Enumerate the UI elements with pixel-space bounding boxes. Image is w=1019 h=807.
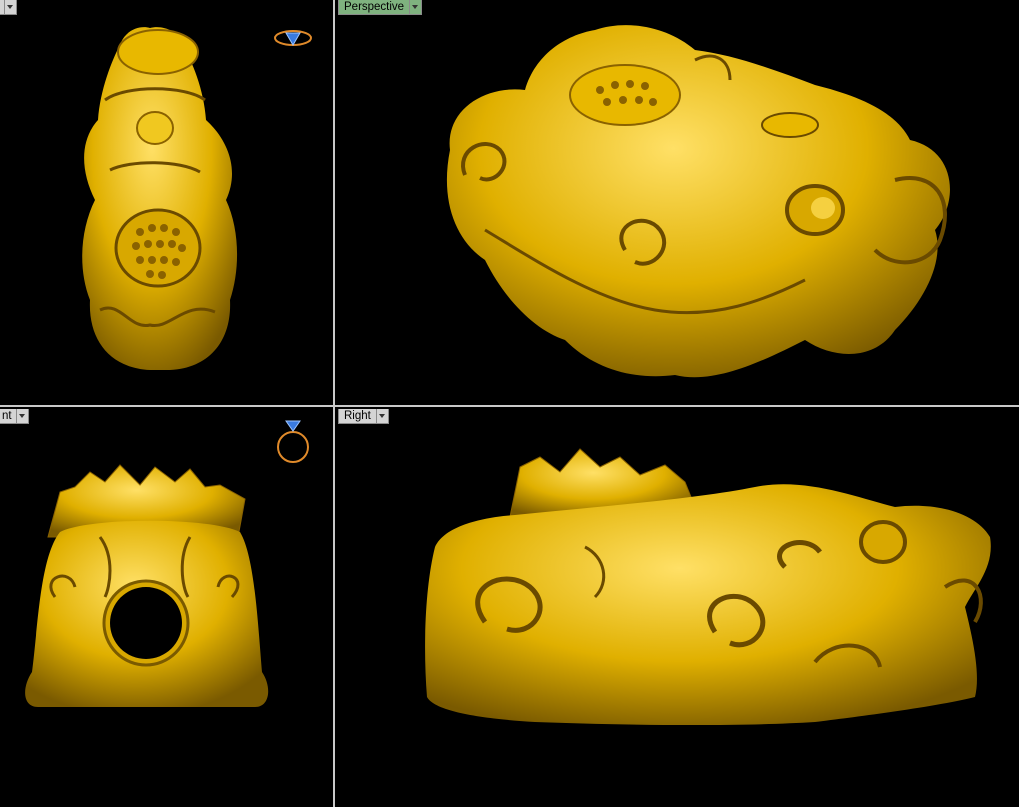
viewport-perspective[interactable]: Perspective (335, 0, 1019, 405)
model-perspective-view (446, 25, 950, 378)
viewport-top[interactable] (0, 0, 333, 405)
viewport-front[interactable]: nt (0, 407, 333, 807)
model-top-view (82, 27, 238, 370)
ring-top-view-icon[interactable] (274, 30, 312, 46)
model-front-view (25, 464, 269, 707)
model-right-view (425, 448, 991, 726)
ring-front-view-icon[interactable] (277, 420, 309, 463)
viewport-right[interactable]: Right (335, 407, 1019, 807)
